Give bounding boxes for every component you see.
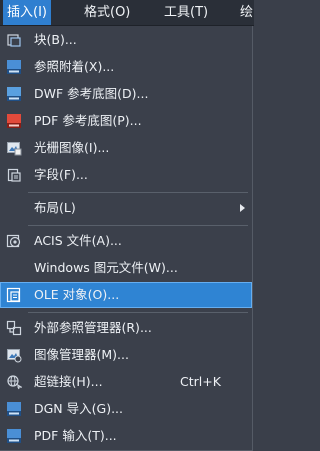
submenu-arrow-icon xyxy=(240,204,245,212)
menu-item-ole-object[interactable]: OLE 对象(O)... xyxy=(0,282,252,308)
hyperlink-icon xyxy=(6,374,22,390)
menu-item-label: Windows 图元文件(W)... xyxy=(34,260,178,275)
dgn-import-icon xyxy=(6,401,22,417)
menu-item-block[interactable]: 块(B)... xyxy=(0,27,252,53)
menu-item-label: DGN 导入(G)... xyxy=(34,401,123,416)
field-icon xyxy=(6,167,22,183)
menu-item-label: PDF 参考底图(P)... xyxy=(34,113,142,128)
menu-separator xyxy=(28,312,248,313)
menu-item-acis-file[interactable]: ACIS 文件(A)... xyxy=(0,228,252,254)
acis-file-icon xyxy=(6,233,22,249)
menu-item-label: 布局(L) xyxy=(34,200,76,215)
menu-item-image-manager[interactable]: 图像管理器(M)... xyxy=(0,342,252,368)
menu-item-label: 超链接(H)... xyxy=(34,374,103,389)
menu-item-attach-reference[interactable]: 参照附着(X)... xyxy=(0,54,252,80)
menu-item-label: ACIS 文件(A)... xyxy=(34,233,122,248)
raster-image-icon xyxy=(6,140,22,156)
menu-item-hyperlink[interactable]: 超链接(H)... Ctrl+K xyxy=(0,369,252,395)
menu-item-label: 光栅图像(I)... xyxy=(34,140,110,155)
menu-item-pdf-underlay[interactable]: PDF 参考底图(P)... xyxy=(0,108,252,134)
image-manager-icon xyxy=(6,347,22,363)
menu-item-label: PDF 输入(T)... xyxy=(34,428,117,443)
menu-item-xref-manager[interactable]: 外部参照管理器(R)... xyxy=(0,315,252,341)
menu-item-label: DWF 参考底图(D)... xyxy=(34,86,149,101)
dwf-underlay-icon xyxy=(6,86,22,102)
menu-item-label: OLE 对象(O)... xyxy=(34,287,120,302)
menu-separator xyxy=(28,192,248,193)
menu-bar: 插入(I) 格式(O) 工具(T) 绘 xyxy=(0,0,254,26)
menu-insert[interactable]: 插入(I) xyxy=(3,0,51,25)
menu-item-label: 参照附着(X)... xyxy=(34,59,115,74)
menu-separator xyxy=(28,225,248,226)
menu-tools[interactable]: 工具(T) xyxy=(160,0,212,25)
shortcut-label: Ctrl+K xyxy=(180,374,221,389)
menu-item-windows-metafile[interactable]: Windows 图元文件(W)... xyxy=(0,255,252,281)
pdf-import-icon xyxy=(6,428,22,444)
menu-format[interactable]: 格式(O) xyxy=(80,0,134,25)
pdf-underlay-icon xyxy=(6,113,22,129)
block-icon xyxy=(6,32,22,48)
dwg-reference-icon xyxy=(6,59,22,75)
menu-item-label: 块(B)... xyxy=(34,32,77,47)
menu-item-pdf-import[interactable]: PDF 输入(T)... xyxy=(0,423,252,449)
menu-item-label: 图像管理器(M)... xyxy=(34,347,129,362)
menu-item-dgn-import[interactable]: DGN 导入(G)... xyxy=(0,396,252,422)
menu-item-label: 字段(F)... xyxy=(34,167,88,182)
insert-dropdown-menu: 块(B)... 参照附着(X)... DWF 参考底图(D)... PDF 参考… xyxy=(0,26,253,451)
menu-item-raster-image[interactable]: 光栅图像(I)... xyxy=(0,135,252,161)
menu-draw[interactable]: 绘 xyxy=(236,0,257,25)
menu-item-layout[interactable]: 布局(L) xyxy=(0,195,252,221)
xref-manager-icon xyxy=(6,320,22,336)
menu-item-dwf-underlay[interactable]: DWF 参考底图(D)... xyxy=(0,81,252,107)
menu-item-label: 外部参照管理器(R)... xyxy=(34,320,152,335)
menu-item-field[interactable]: 字段(F)... xyxy=(0,162,252,188)
ole-object-icon xyxy=(6,287,22,303)
